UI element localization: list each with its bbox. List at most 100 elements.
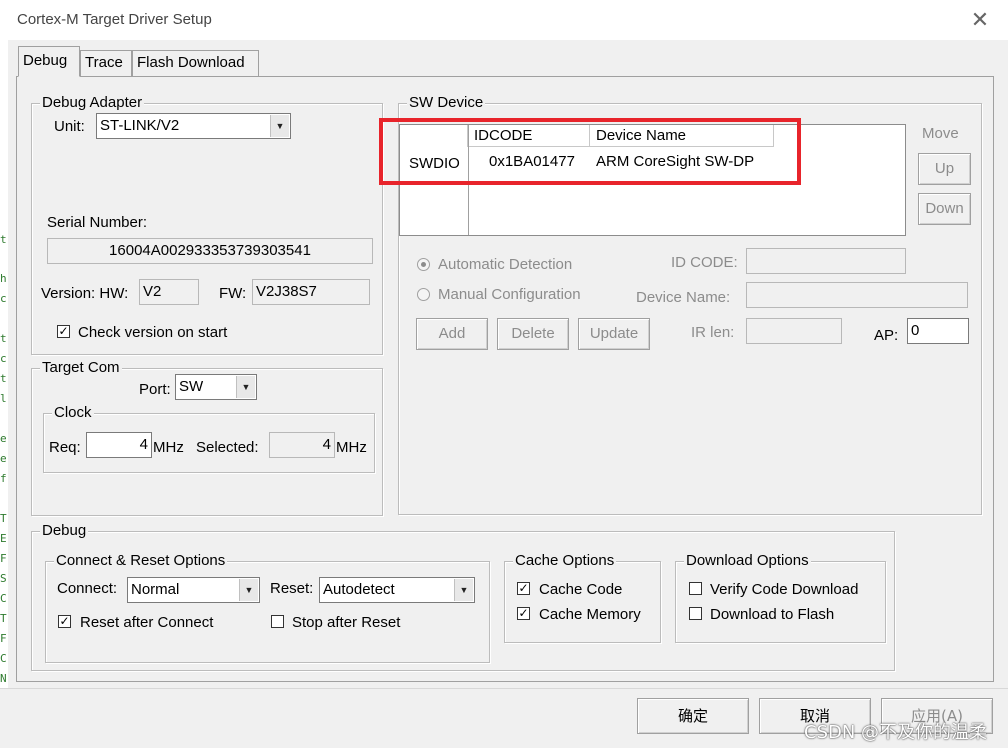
strip-char: f	[0, 472, 7, 485]
delete-button[interactable]: Delete	[497, 318, 569, 350]
unit-select-value: ST-LINK/V2	[100, 117, 180, 134]
cache-code-checkbox[interactable]: ✓	[517, 582, 530, 595]
dialog-window: Cortex-M Target Driver Setup ✕ t h c t c…	[0, 0, 1008, 748]
connect-select-value: Normal	[131, 581, 180, 598]
strip-char: e	[0, 432, 7, 445]
strip-char: C	[0, 652, 7, 665]
debug-options-legend: Debug	[40, 522, 89, 540]
chevron-down-icon: ▼	[236, 376, 255, 398]
strip-char: e	[0, 452, 7, 465]
title-bar: Cortex-M Target Driver Setup ✕	[0, 0, 1008, 40]
chevron-down-icon: ▼	[454, 579, 473, 601]
tab-flash-download[interactable]: Flash Download	[132, 50, 259, 76]
reset-label: Reset:	[270, 580, 314, 597]
manual-configuration-label: Manual Configuration	[438, 286, 581, 303]
strip-char: T	[0, 512, 7, 525]
selected-unit-label: MHz	[336, 439, 367, 456]
strip-char: t	[0, 332, 7, 345]
strip-char: t	[0, 372, 7, 385]
ok-button[interactable]: 确定	[637, 698, 749, 734]
selected-label: Selected:	[196, 439, 259, 456]
cache-options-legend: Cache Options	[513, 552, 617, 570]
strip-char: T	[0, 612, 7, 625]
reset-select-value: Autodetect	[323, 581, 395, 598]
reset-after-connect-checkbox[interactable]: ✓	[58, 615, 71, 628]
download-options-group: Download Options	[675, 552, 886, 643]
move-down-button[interactable]: Down	[918, 193, 971, 225]
chevron-down-icon: ▼	[239, 579, 258, 601]
check-version-checkbox[interactable]: ✓	[57, 325, 70, 338]
tab-trace[interactable]: Trace	[80, 50, 132, 76]
fw-label: FW:	[219, 285, 247, 302]
automatic-detection-label: Automatic Detection	[438, 256, 573, 273]
strip-char: E	[0, 532, 7, 545]
port-select-value: SW	[179, 378, 204, 395]
ir-len-label: IR len:	[691, 324, 735, 341]
watermark-text: CSDN @不及你的温柔	[804, 722, 988, 743]
req-unit-label: MHz	[153, 439, 184, 456]
download-to-flash-checkbox[interactable]	[689, 607, 702, 620]
close-icon[interactable]: ✕	[964, 6, 996, 34]
strip-char: S	[0, 572, 7, 585]
download-options-legend: Download Options	[684, 552, 811, 570]
reset-after-connect-label: Reset after Connect	[80, 614, 214, 631]
move-up-button[interactable]: Up	[918, 153, 971, 185]
manual-configuration-radio[interactable]	[417, 288, 430, 301]
automatic-detection-radio[interactable]	[417, 258, 430, 271]
selected-clock-field: 4	[269, 432, 335, 458]
background-editor-strip: t h c t c t l e e f T E F S C T F C N	[0, 40, 8, 690]
update-button[interactable]: Update	[578, 318, 650, 350]
cache-code-label: Cache Code	[539, 581, 623, 598]
connect-label: Connect:	[57, 580, 118, 597]
strip-char: N	[0, 672, 7, 685]
req-clock-input[interactable]: 4	[86, 432, 152, 458]
hw-version-field: V2	[139, 279, 199, 305]
cache-memory-checkbox[interactable]: ✓	[517, 607, 530, 620]
stop-after-reset-checkbox[interactable]	[271, 615, 284, 628]
strip-char: c	[0, 352, 7, 365]
stop-after-reset-label: Stop after Reset	[292, 614, 401, 631]
ap-input[interactable]: 0	[907, 318, 969, 344]
sw-device-legend: SW Device	[407, 94, 486, 112]
tab-debug[interactable]: Debug	[18, 46, 80, 77]
check-version-label: Check version on start	[78, 324, 228, 341]
fw-version-field: V2J38S7	[252, 279, 370, 305]
clock-legend: Clock	[52, 404, 94, 422]
add-button[interactable]: Add	[416, 318, 488, 350]
ap-label: AP:	[874, 327, 899, 344]
verify-code-download-label: Verify Code Download	[710, 581, 859, 598]
unit-label: Unit:	[54, 118, 85, 135]
port-label: Port:	[139, 381, 171, 398]
port-select[interactable]: SW ▼	[175, 374, 257, 400]
target-com-legend: Target Com	[40, 359, 122, 377]
strip-char: C	[0, 592, 7, 605]
serial-number-field: 16004A002933353739303541	[47, 238, 373, 264]
connect-reset-legend: Connect & Reset Options	[54, 552, 228, 570]
chevron-down-icon: ▼	[270, 115, 289, 137]
strip-char: l	[0, 392, 7, 405]
debug-adapter-legend: Debug Adapter	[40, 94, 145, 112]
unit-select[interactable]: ST-LINK/V2 ▼	[96, 113, 291, 139]
strip-char: F	[0, 632, 7, 645]
strip-char: c	[0, 292, 7, 305]
cache-options-group: Cache Options	[504, 552, 661, 643]
cache-memory-label: Cache Memory	[539, 606, 641, 623]
req-label: Req:	[49, 439, 81, 456]
strip-char: t	[0, 233, 7, 246]
download-to-flash-label: Download to Flash	[710, 606, 835, 623]
window-title: Cortex-M Target Driver Setup	[17, 11, 212, 28]
serial-number-label: Serial Number:	[47, 214, 148, 231]
verify-code-download-checkbox[interactable]	[689, 582, 702, 595]
radio-selected-dot	[421, 262, 426, 267]
device-name-field[interactable]	[746, 282, 968, 308]
ir-len-field[interactable]	[746, 318, 842, 344]
connect-select[interactable]: Normal ▼	[127, 577, 260, 603]
strip-char: F	[0, 552, 7, 565]
version-hw-label: Version: HW:	[41, 285, 129, 302]
device-name-label: Device Name:	[636, 289, 731, 306]
highlight-annotation-box	[379, 118, 801, 185]
id-code-field[interactable]	[746, 248, 906, 274]
id-code-label: ID CODE:	[671, 254, 738, 271]
move-label: Move	[922, 125, 959, 142]
reset-select[interactable]: Autodetect ▼	[319, 577, 475, 603]
